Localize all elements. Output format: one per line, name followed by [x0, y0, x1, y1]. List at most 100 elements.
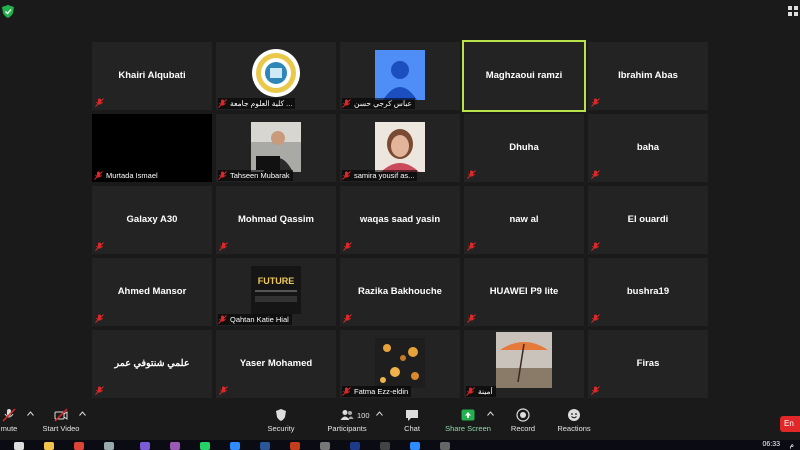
zoom-icon[interactable] [410, 442, 420, 450]
participant-name: كلية العلوم جامعة ... [230, 99, 293, 108]
powerpoint-icon[interactable] [290, 442, 300, 450]
participant-tile[interactable]: bushra19 [588, 258, 708, 326]
default-avatar-icon [375, 50, 425, 100]
reactions-button[interactable]: Reactions [555, 408, 593, 433]
participant-tile[interactable]: Murtada Ismael [92, 114, 212, 182]
participant-name: Fatma Ezz-eldin [354, 387, 409, 396]
muted-mic-icon [591, 242, 600, 251]
participant-tile[interactable]: علمي شنتوفي عمر [92, 330, 212, 398]
taskbar-clock[interactable]: 06:33 [762, 441, 780, 448]
participant-name: Firas [636, 358, 660, 369]
muted-mic-icon [343, 242, 352, 251]
mute-button[interactable]: mute [0, 408, 24, 433]
app-icon[interactable] [320, 442, 330, 450]
participant-tile[interactable]: أمينة [464, 330, 584, 398]
start-video-label: Start Video [42, 424, 80, 433]
share-screen-icon [461, 409, 475, 421]
share-options-caret[interactable] [487, 411, 494, 416]
participant-tile[interactable]: naw al [464, 186, 584, 254]
muted-mic-icon [467, 242, 476, 251]
participant-video: FUTURE [251, 266, 301, 314]
participant-name: waqas saad yasin [359, 214, 441, 225]
participant-name: Maghzaoui ramzi [485, 70, 563, 81]
participant-tile[interactable]: Dhuha [464, 114, 584, 182]
video-overlay-text: FUTURE [257, 276, 295, 286]
participant-tile[interactable]: Galaxy A30 [92, 186, 212, 254]
muted-mic-icon [591, 314, 600, 323]
participant-name: علمي شنتوفي عمر [114, 358, 190, 369]
muted-mic-icon [218, 99, 227, 108]
participant-name: bushra19 [626, 286, 670, 297]
end-meeting-button[interactable]: En [780, 416, 800, 432]
muted-mic-icon [95, 386, 104, 395]
participant-tile[interactable]: Tahseen Mubarak [216, 114, 336, 182]
app-icon[interactable] [350, 442, 360, 450]
audio-options-caret[interactable] [27, 411, 34, 416]
participant-name: Ibrahim Abas [618, 70, 678, 81]
participant-tile[interactable]: Razika Bakhouche [340, 258, 460, 326]
participant-tile[interactable]: El ouardi [588, 186, 708, 254]
muted-mic-icon [467, 314, 476, 323]
muted-mic-icon [219, 386, 228, 395]
participants-options-caret[interactable] [376, 411, 383, 416]
viber-icon[interactable] [170, 442, 180, 450]
participant-tile[interactable]: samira yousif as... [340, 114, 460, 182]
chat-button[interactable]: Chat [398, 408, 426, 433]
word-icon[interactable] [260, 442, 270, 450]
participant-tile[interactable]: waqas saad yasin [340, 186, 460, 254]
record-button[interactable]: Record [508, 408, 538, 433]
participant-tile[interactable]: Yaser Mohamed [216, 330, 336, 398]
record-icon [516, 408, 530, 422]
app-icon[interactable] [104, 442, 114, 450]
participants-label: Participants [327, 424, 367, 433]
participant-tile[interactable]: Khairi Alqubati [92, 42, 212, 110]
participant-tile[interactable]: Fatma Ezz-eldin [340, 330, 460, 398]
participant-tile[interactable]: FUTURE Qahtan Katie Hial [216, 258, 336, 326]
participant-name: HUAWEI P9 lite [489, 286, 559, 297]
muted-mic-icon [95, 98, 104, 107]
participant-label: أمينة [466, 386, 496, 397]
start-video-button[interactable]: Start Video [38, 408, 84, 433]
share-screen-button[interactable]: Share Screen [444, 408, 492, 433]
gallery-view-icon[interactable] [788, 6, 798, 16]
security-label: Security [267, 424, 295, 433]
participant-grid: Khairi Alqubati كلية العلوم جامعة ... عب… [92, 40, 708, 398]
app-icon[interactable] [140, 442, 150, 450]
app-icon[interactable] [440, 442, 450, 450]
muted-mic-icon [218, 171, 227, 180]
encryption-shield-icon[interactable] [2, 5, 14, 18]
participant-tile[interactable]: Ibrahim Abas [588, 42, 708, 110]
chrome-icon[interactable] [74, 442, 84, 450]
search-icon[interactable] [14, 442, 24, 450]
participant-tile[interactable]: HUAWEI P9 lite [464, 258, 584, 326]
muted-mic-icon [343, 314, 352, 323]
participant-tile[interactable]: Ahmed Mansor [92, 258, 212, 326]
participant-label: Murtada Ismael [94, 170, 161, 181]
participant-tile[interactable]: Mohmad Qassim [216, 186, 336, 254]
mute-label: mute [0, 424, 18, 433]
app-icon[interactable] [230, 442, 240, 450]
security-button[interactable]: Security [262, 408, 300, 433]
video-off-icon [54, 408, 68, 422]
participant-tile[interactable]: Firas [588, 330, 708, 398]
emoji-icon [568, 409, 580, 421]
windows-taskbar: 06:33 م [0, 440, 800, 450]
muted-mic-icon [218, 315, 227, 324]
muted-mic-icon [342, 171, 351, 180]
whatsapp-icon[interactable] [200, 442, 210, 450]
participant-label: Tahseen Mubarak [218, 170, 293, 181]
participant-label: samira yousif as... [342, 170, 418, 181]
app-icon[interactable] [380, 442, 390, 450]
taskbar-locale[interactable]: م [790, 441, 794, 449]
participant-name: Mohmad Qassim [237, 214, 315, 225]
participant-tile[interactable]: عباس كرجي حسن [340, 42, 460, 110]
file-explorer-icon[interactable] [44, 442, 54, 450]
participant-tile[interactable]: baha [588, 114, 708, 182]
chat-icon [406, 410, 418, 421]
muted-mic-icon [2, 408, 16, 422]
participant-tile[interactable]: كلية العلوم جامعة ... [216, 42, 336, 110]
participant-name: naw al [509, 214, 539, 225]
shield-icon [276, 409, 286, 421]
video-options-caret[interactable] [79, 411, 86, 416]
participant-tile-active-speaker[interactable]: Maghzaoui ramzi [462, 40, 586, 112]
